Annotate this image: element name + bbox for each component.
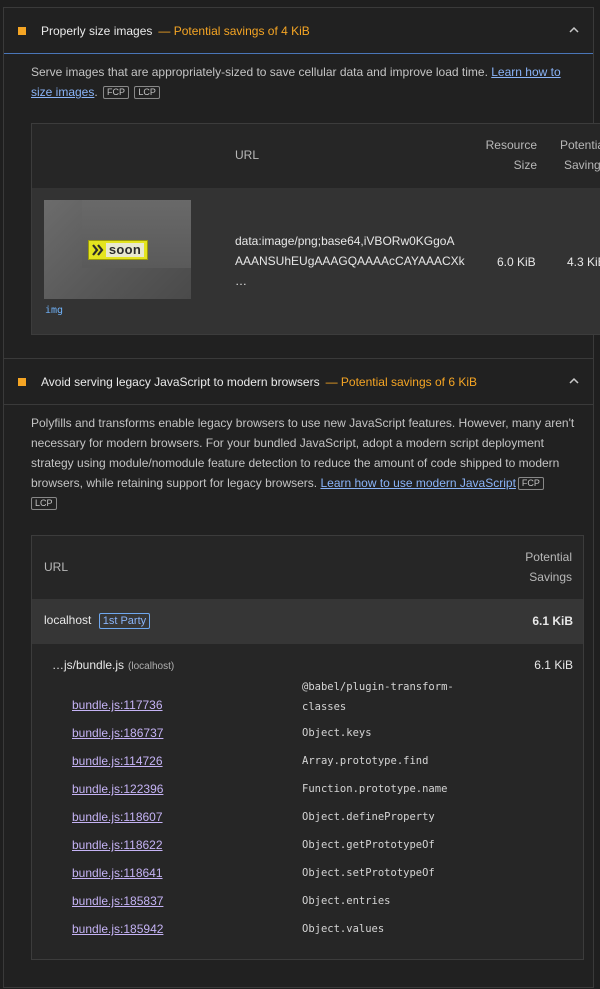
chevron-up-icon[interactable] [567, 23, 581, 37]
legacy-signal: Object.getPrototypeOf [302, 839, 435, 851]
source-location-link[interactable]: bundle.js:118641 [72, 866, 163, 880]
chevron-up-icon[interactable] [567, 374, 581, 388]
legacy-signal: Object.entries [302, 895, 391, 907]
entity-name: localhost 1st Party [44, 613, 151, 629]
legacy-signal: @babel/plugin-transform- classes [302, 681, 454, 713]
legacy-signal: Array.prototype.find [302, 755, 429, 767]
audit-title: Properly size images [41, 23, 153, 38]
source-location-link[interactable]: bundle.js:117736 [72, 698, 163, 712]
list-item: bundle.js:117736 @babel/plugin-transform… [32, 681, 583, 726]
source-location-link[interactable]: bundle.js:122396 [72, 782, 163, 796]
audit-title: Avoid serving legacy JavaScript to moder… [41, 374, 320, 389]
list-item: bundle.js:122396 Function.prototype.name [32, 782, 583, 810]
audit-legacy-javascript: Avoid serving legacy JavaScript to moder… [3, 358, 594, 988]
list-item: bundle.js:185942 Object.values [32, 922, 583, 950]
images-table: URL Resource Size Potential Savings soon… [31, 123, 600, 335]
potential-savings-value: 4.3 KiB [567, 255, 600, 269]
learn-more-link[interactable]: Learn how to use modern JavaScript [320, 476, 515, 490]
metric-tag-lcp: LCP [134, 86, 160, 99]
column-header-resource-size: Resource Size [485, 138, 537, 172]
list-item: bundle.js:118641 Object.setPrototypeOf [32, 866, 583, 894]
column-header-potential-savings: Potential Savings [525, 550, 572, 584]
legacy-signal: Object.defineProperty [302, 811, 435, 823]
list-item: bundle.js:114726 Array.prototype.find [32, 754, 583, 782]
fail-indicator-icon [18, 377, 26, 386]
resource-size-value: 6.0 KiB [497, 255, 536, 269]
source-location-link[interactable]: bundle.js:118607 [72, 810, 163, 824]
source-location-link[interactable]: bundle.js:118622 [72, 838, 163, 852]
metric-tag-fcp: FCP [103, 86, 130, 99]
list-item: bundle.js:118607 Object.defineProperty [32, 810, 583, 838]
legacy-signal: Function.prototype.name [302, 783, 448, 795]
file-savings: 6.1 KiB [534, 658, 573, 672]
column-header-potential-savings: Potential Savings [560, 138, 600, 172]
table-row[interactable]: soon img data:image/png;base64,iVBORw0KG… [32, 188, 600, 334]
resource-url[interactable]: data:image/png;base64,iVBORw0KGgoA AAANS… [235, 231, 465, 291]
source-location-link[interactable]: bundle.js:185942 [72, 922, 163, 936]
list-item: bundle.js:185837 Object.entries [32, 894, 583, 922]
metric-tag-lcp: LCP [31, 497, 57, 510]
source-location-link[interactable]: bundle.js:186737 [72, 726, 163, 740]
fail-indicator-icon [18, 26, 26, 35]
audit-header[interactable]: Properly size images — Potential savings… [4, 8, 593, 54]
audit-description: Serve images that are appropriately-size… [31, 65, 561, 99]
column-header-url: URL [235, 148, 260, 162]
audit-description: Polyfills and transforms enable legacy b… [31, 416, 575, 510]
legacy-signal: Object.setPrototypeOf [302, 867, 435, 879]
list-item: bundle.js:186737 Object.keys [32, 726, 583, 754]
double-chevron-icon [92, 244, 104, 256]
file-url[interactable]: …js/bundle.js (localhost) [52, 658, 174, 672]
image-thumbnail: soon [44, 200, 191, 299]
entity-row: localhost 1st Party 6.1 KiB [32, 599, 583, 644]
element-label[interactable]: img [45, 305, 63, 316]
audit-properly-size-images: Properly size images — Potential savings… [3, 7, 600, 358]
audit-savings: — Potential savings of 4 KiB [158, 23, 310, 38]
legacy-signal: Object.keys [302, 727, 372, 739]
soon-logo: soon [88, 240, 148, 260]
list-item: bundle.js:118622 Object.getPrototypeOf [32, 838, 583, 866]
column-header-url: URL [44, 560, 69, 574]
audit-header[interactable]: Avoid serving legacy JavaScript to moder… [4, 359, 593, 405]
source-location-link[interactable]: bundle.js:114726 [72, 754, 163, 768]
first-party-badge: 1st Party [98, 613, 151, 629]
source-location-link[interactable]: bundle.js:185837 [72, 894, 163, 908]
legacy-js-table: URL Potential Savings localhost 1st Part… [31, 535, 584, 960]
entity-savings: 6.1 KiB [532, 614, 573, 628]
legacy-signal: Object.values [302, 923, 385, 935]
metric-tag-fcp: FCP [517, 477, 544, 490]
audit-savings: — Potential savings of 6 KiB [325, 374, 477, 389]
